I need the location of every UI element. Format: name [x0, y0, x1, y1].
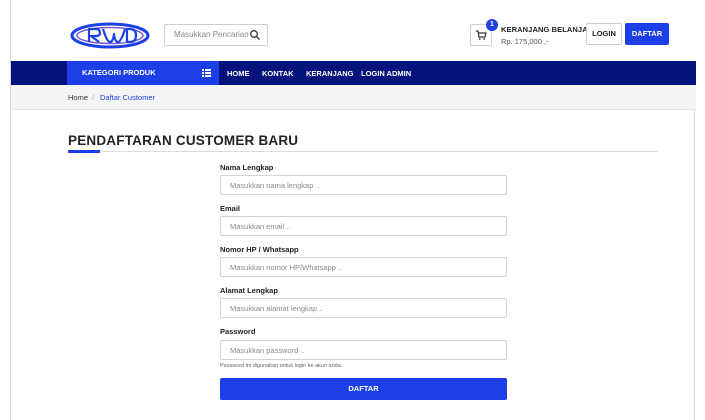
nama-lengkap-placeholder: Masukkan nama lengkap .. [230, 181, 320, 190]
nav-kontak[interactable]: KONTAK [262, 69, 294, 78]
password-placeholder: Masukkan password .. [230, 346, 305, 355]
register-button[interactable]: DAFTAR [625, 23, 669, 45]
title-divider [68, 151, 658, 152]
search-icon[interactable] [249, 29, 261, 41]
nav-keranjang[interactable]: KERANJANG [306, 69, 354, 78]
search-placeholder: Masukkan Pencarian .. [174, 30, 256, 39]
category-label: KATEGORI PRODUK [82, 68, 156, 77]
page-frame: Masukkan Pencarian .. 1 KERANJANG BELANJ… [10, 0, 696, 420]
breadcrumb-current: Daftar Customer [100, 93, 156, 102]
cart-title: KERANJANG BELANJA : [501, 25, 593, 34]
nav-login-admin[interactable]: LOGIN ADMIN [361, 69, 411, 78]
login-button[interactable]: LOGIN [586, 23, 622, 45]
password-hint: Password ini digunakan untuk login ke ak… [220, 363, 343, 369]
title-accent [68, 150, 100, 153]
label-password: Password [220, 327, 256, 336]
breadcrumb: Home / Daftar Customer [11, 85, 696, 110]
cart-count-badge: 1 [486, 19, 498, 31]
search-input[interactable]: Masukkan Pencarian .. [164, 24, 268, 46]
cart-total: Rp. 175,000 ,- [501, 37, 549, 46]
list-icon [202, 69, 211, 77]
label-email: Email [220, 204, 241, 213]
nomor-hp-field[interactable]: Masukkan nomor HP/Whatsapp .. [220, 257, 507, 277]
alamat-placeholder: Masukkan alamat lengkap .. [230, 304, 324, 313]
label-nomor-hp: Nomor HP / Whatsapp [220, 245, 299, 254]
site-header: Masukkan Pencarian .. 1 KERANJANG BELANJ… [11, 0, 696, 62]
email-placeholder: Masukkan email .. [230, 222, 291, 231]
cart-icon [476, 30, 487, 40]
label-nama-lengkap: Nama Lengkap [220, 163, 274, 172]
category-menu-button[interactable]: KATEGORI PRODUK [67, 61, 219, 85]
breadcrumb-separator: / [92, 93, 95, 102]
breadcrumb-home[interactable]: Home [68, 93, 88, 102]
submit-register-button[interactable]: DAFTAR [220, 378, 507, 400]
nama-lengkap-field[interactable]: Masukkan nama lengkap .. [220, 175, 507, 195]
logo-icon[interactable] [69, 22, 151, 49]
label-alamat: Alamat Lengkap [220, 286, 278, 295]
alamat-field[interactable]: Masukkan alamat lengkap .. [220, 298, 507, 318]
page-title: PENDAFTARAN CUSTOMER BARU [68, 133, 299, 148]
password-field[interactable]: Masukkan password .. [220, 340, 507, 360]
nav-home[interactable]: HOME [227, 69, 250, 78]
email-field[interactable]: Masukkan email .. [220, 216, 507, 236]
main-nav: KATEGORI PRODUK HOME KONTAK KERANJANG LO… [11, 61, 696, 85]
cart-button[interactable]: 1 [470, 19, 498, 46]
nomor-hp-placeholder: Masukkan nomor HP/Whatsapp .. [230, 263, 343, 272]
